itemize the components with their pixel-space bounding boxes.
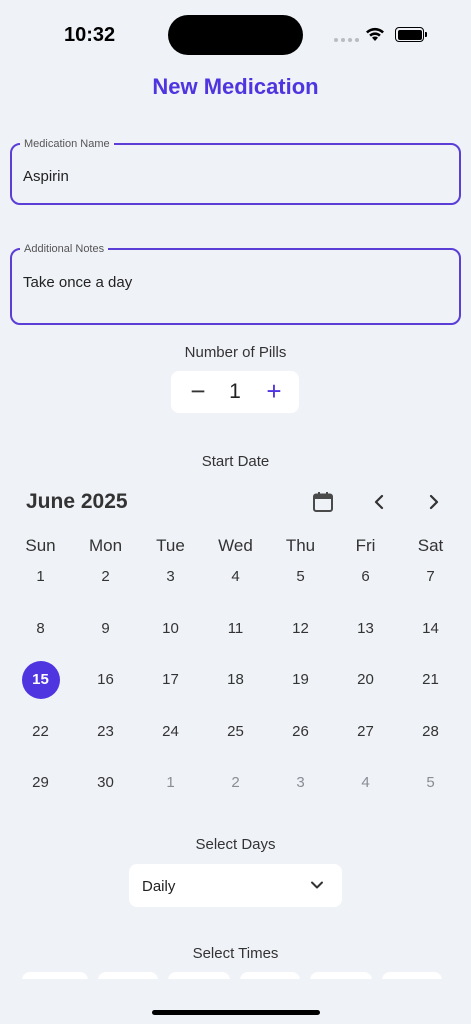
calendar-day[interactable]: 14 [398,603,463,655]
chevron-left-icon[interactable] [368,490,390,514]
medication-name-field[interactable]: Medication Name Aspirin [10,137,461,205]
calendar-day[interactable]: 12 [268,603,333,655]
select-days-label: Select Days [195,836,276,853]
calendar-day[interactable]: 16 [73,654,138,706]
medication-name-value[interactable]: Aspirin [23,168,69,185]
chevron-right-icon[interactable] [423,490,445,514]
page-title: New Medication [152,74,319,99]
increment-button[interactable]: + [261,377,287,407]
calendar-day[interactable]: 25 [203,706,268,758]
calendar-day[interactable]: 3 [138,551,203,603]
calendar-grid: 1 2 3 4 5 6 7 8 9 10 11 12 13 14 15 16 1… [8,551,463,809]
calendar-day[interactable]: 20 [333,654,398,706]
pill-count-value: 1 [229,380,241,403]
calendar-day[interactable]: 4 [203,551,268,603]
time-chip[interactable] [310,972,372,979]
chevron-down-icon [311,881,323,889]
time-chip[interactable] [382,972,442,979]
calendar-day[interactable]: 23 [73,706,138,758]
medication-name-label: Medication Name [20,137,114,151]
calendar-day[interactable]: 6 [333,551,398,603]
select-times-label: Select Times [192,945,279,962]
pill-count-stepper: − 1 + [171,371,299,413]
calendar-day-next-month[interactable]: 1 [138,757,203,809]
calendar-day[interactable]: 19 [268,654,333,706]
time-chip-row [0,972,471,979]
calendar-icon[interactable] [311,490,335,514]
calendar-day[interactable]: 26 [268,706,333,758]
time-chip[interactable] [240,972,300,979]
pill-count-label: Number of Pills [184,344,287,361]
select-days-dropdown[interactable]: Daily [129,864,342,907]
calendar-day[interactable]: 10 [138,603,203,655]
calendar-day[interactable]: 11 [203,603,268,655]
additional-notes-label: Additional Notes [20,242,109,256]
calendar-day[interactable]: 18 [203,654,268,706]
calendar-day-selected[interactable]: 15 [8,654,73,706]
calendar-day[interactable]: 22 [8,706,73,758]
calendar-day[interactable]: 30 [73,757,138,809]
time-chip[interactable] [168,972,230,979]
calendar-day[interactable]: 17 [138,654,203,706]
calendar-day[interactable]: 24 [138,706,203,758]
calendar-day[interactable]: 5 [268,551,333,603]
calendar-day[interactable]: 27 [333,706,398,758]
calendar-day-next-month[interactable]: 3 [268,757,333,809]
battery-icon [395,27,427,42]
status-bar: 10:32 [0,0,471,70]
calendar-day[interactable]: 9 [73,603,138,655]
additional-notes-field[interactable]: Additional Notes Take once a day [10,242,461,325]
calendar-day[interactable]: 7 [398,551,463,603]
calendar-day-next-month[interactable]: 4 [333,757,398,809]
calendar-day-next-month[interactable]: 5 [398,757,463,809]
calendar-day[interactable]: 2 [73,551,138,603]
additional-notes-value[interactable]: Take once a day [23,274,132,291]
signal-icon [334,38,359,42]
calendar-day[interactable]: 1 [8,551,73,603]
dynamic-island [168,15,303,55]
calendar-month-title: June 2025 [26,490,128,513]
calendar-day[interactable]: 28 [398,706,463,758]
calendar-day[interactable]: 8 [8,603,73,655]
start-date-label: Start Date [201,453,270,470]
wifi-icon [366,27,384,41]
time-chip[interactable] [22,972,88,979]
calendar-day[interactable]: 13 [333,603,398,655]
calendar-day[interactable]: 29 [8,757,73,809]
select-days-value: Daily [142,878,176,895]
calendar-day[interactable]: 21 [398,654,463,706]
time-chip[interactable] [98,972,158,979]
home-indicator[interactable] [152,1010,320,1015]
decrement-button[interactable]: − [185,377,211,407]
calendar-day-next-month[interactable]: 2 [203,757,268,809]
status-time: 10:32 [64,24,116,46]
